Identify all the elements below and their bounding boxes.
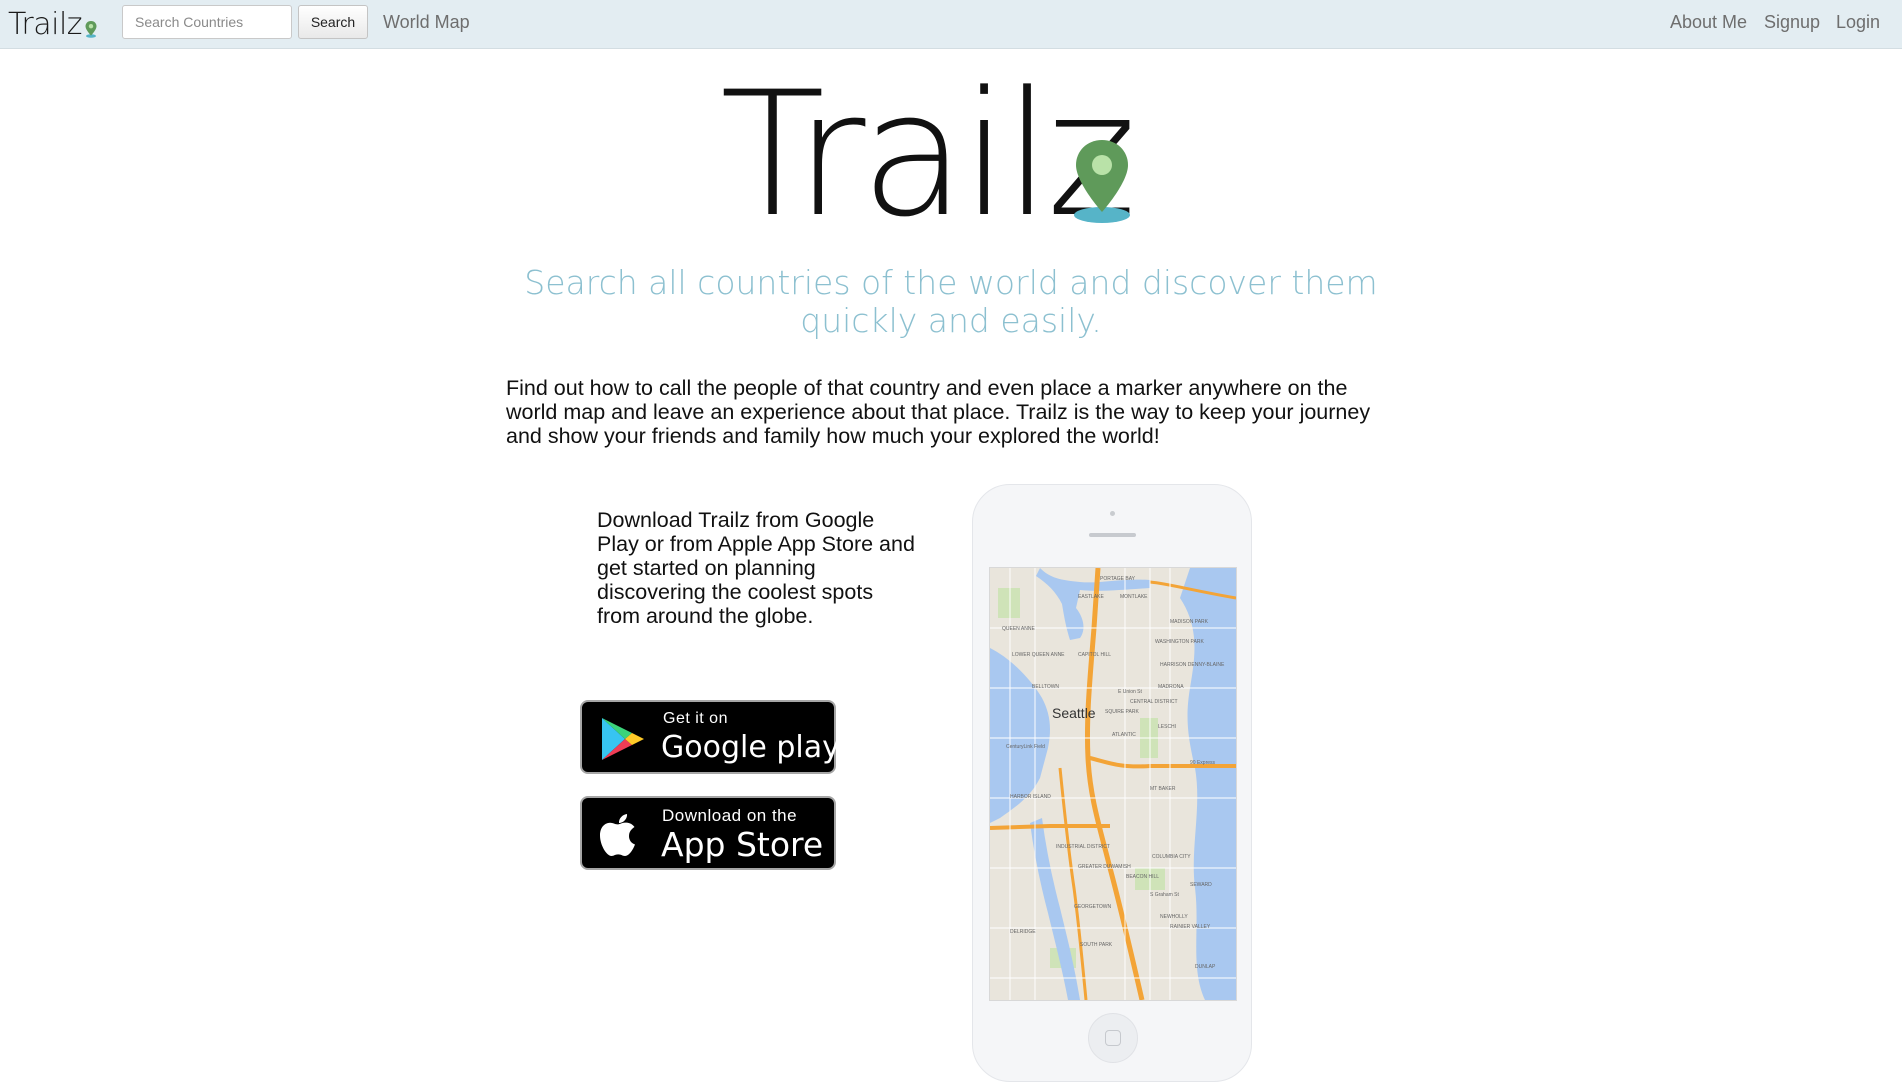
- map-label: EASTLAKE: [1078, 594, 1105, 600]
- map-label: RAINIER VALLEY: [1170, 924, 1211, 930]
- nav-login[interactable]: Login: [1836, 12, 1880, 33]
- search-input[interactable]: [122, 5, 292, 39]
- map-label: SOUTH PARK: [1080, 942, 1113, 948]
- nav-signup[interactable]: Signup: [1764, 12, 1820, 33]
- map-label: WASHINGTON PARK: [1155, 639, 1204, 645]
- map-label: PORTAGE BAY: [1100, 576, 1136, 582]
- map-label: CENTRAL DISTRICT: [1130, 699, 1178, 705]
- phone-screen-map: Seattle PORTAGE BAY EASTLAKE MONTLAKE MA…: [989, 567, 1237, 1001]
- phone-mockup: Seattle PORTAGE BAY EASTLAKE MONTLAKE MA…: [972, 484, 1252, 1082]
- map-label: SQUIRE PARK: [1105, 709, 1139, 715]
- map-label: ATLANTIC: [1112, 732, 1136, 738]
- map-pin-icon: [85, 21, 97, 38]
- location-pin-icon: [1074, 140, 1130, 223]
- app-store-badge[interactable]: Download on the App Store: [580, 796, 836, 870]
- intro-paragraph: Find out how to call the people of that …: [506, 376, 1371, 448]
- map-label: BELLTOWN: [1032, 684, 1059, 690]
- map-label: QUEEN ANNE: [1002, 626, 1035, 632]
- phone-speaker: [1089, 533, 1136, 537]
- app-store-big-text: App Store: [661, 825, 824, 864]
- map-label: DELRIDGE: [1010, 929, 1036, 935]
- apple-icon: [600, 814, 635, 856]
- map-label: SEWARD: [1190, 882, 1212, 888]
- map-label: CAPITOL HILL: [1078, 652, 1111, 658]
- map-label: DUNLAP: [1195, 964, 1216, 970]
- home-square-icon: [1105, 1030, 1121, 1046]
- app-store-small-text: Download on the: [662, 806, 798, 825]
- brand-text: Trailz: [8, 6, 83, 42]
- map-label: LOWER QUEEN ANNE: [1012, 652, 1065, 658]
- map-label: BEACON HILL: [1126, 874, 1159, 880]
- map-label: MADRONA: [1158, 684, 1184, 690]
- map-label: HARBOR ISLAND: [1010, 794, 1051, 800]
- map-image: Seattle PORTAGE BAY EASTLAKE MONTLAKE MA…: [990, 568, 1236, 1000]
- navbar: Trailz Search World Map About Me Signup …: [0, 0, 1902, 49]
- map-label: S Graham St: [1150, 892, 1180, 898]
- map-label: NEWHOLLY: [1160, 914, 1188, 920]
- map-label: GREATER DUWAMISH: [1078, 864, 1131, 870]
- map-label: E Union St: [1118, 689, 1143, 695]
- tagline: Search all countries of the world and di…: [524, 263, 1378, 340]
- download-description: Download Trailz from Google Play or from…: [597, 508, 915, 628]
- map-label: HARRISON DENNY-BLAINE: [1160, 662, 1225, 668]
- map-label: CenturyLink Field: [1006, 744, 1045, 750]
- nav-world-map[interactable]: World Map: [383, 12, 470, 33]
- google-play-big-text: Google play: [661, 730, 840, 765]
- map-label: MONTLAKE: [1120, 594, 1148, 600]
- google-play-icon: [602, 718, 644, 760]
- map-city-label: Seattle: [1052, 705, 1096, 721]
- phone-home-button: [1088, 1013, 1138, 1063]
- map-label: GEORGETOWN: [1074, 904, 1112, 910]
- map-label: INDUSTRIAL DISTRICT: [1056, 844, 1110, 850]
- map-label: COLUMBIA CITY: [1152, 854, 1191, 860]
- phone-camera: [1110, 511, 1115, 516]
- map-label: LESCHI: [1158, 724, 1176, 730]
- nav-about-me[interactable]: About Me: [1670, 12, 1747, 33]
- map-label: 90 Express: [1190, 760, 1216, 766]
- google-play-small-text: Get it on: [663, 710, 728, 727]
- search-button[interactable]: Search: [298, 5, 368, 39]
- map-label: MT BAKER: [1150, 786, 1176, 792]
- hero-logo-text: Trailz: [720, 54, 1137, 255]
- google-play-badge[interactable]: Get it on Google play: [580, 700, 840, 774]
- brand-logo[interactable]: Trailz: [8, 6, 98, 42]
- map-label: MADISON PARK: [1170, 619, 1209, 625]
